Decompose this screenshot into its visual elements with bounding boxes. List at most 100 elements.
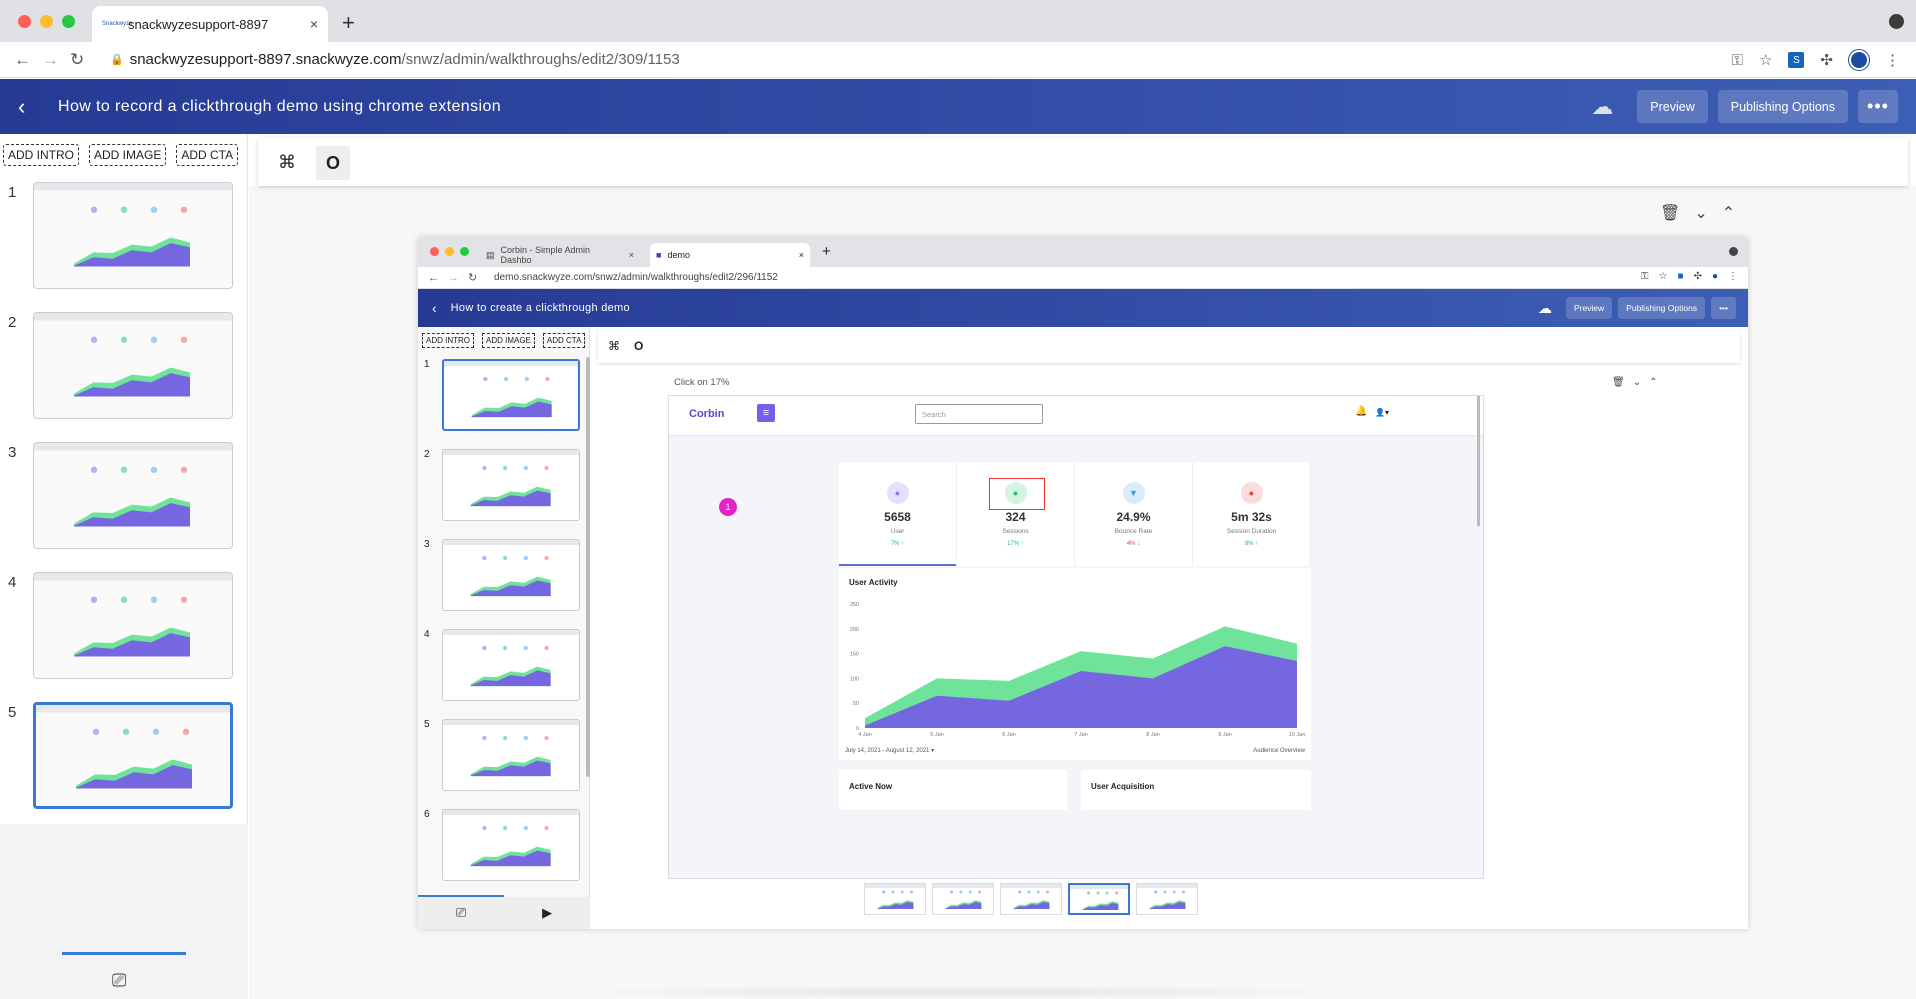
browser-tab-bar: Snackwyze snackwyzesupport-8897 × + [0, 0, 1916, 42]
slide-preview[interactable] [33, 572, 233, 679]
users-icon: ● [886, 482, 909, 504]
stat-card: ● 5658 User 7% ↑ [839, 462, 957, 566]
slides-panel: ADD INTRO ADD IMAGE ADD CTA ⎚ 1 2 3 4 5 [0, 134, 248, 999]
embedded-tab-demo: ■ demo × [650, 243, 810, 267]
back-arrow-icon[interactable]: ← [14, 50, 31, 70]
slide-number: 2 [8, 314, 17, 331]
embedded-slides-panel: ADD INTRO ADD IMAGE ADD CTA ⎚ ▶ 1 2 3 4 5 6 [418, 327, 590, 929]
more-options-button[interactable]: ••• [1858, 90, 1898, 123]
slide-screenshot[interactable]: ▤ Corbin - Simple Admin Dashbo × ■ demo × + … [418, 237, 1748, 929]
browser-tab[interactable]: Snackwyze snackwyzesupport-8897 × [92, 6, 328, 42]
user-activity-chart: 0501001502002504 Jan 5 Jan 6 Jan 7 Jan 8 Jan… [850, 602, 1305, 738]
slide-number: 1 [8, 184, 17, 201]
slide-preview[interactable] [33, 182, 233, 289]
embedded-url: demo.snackwyze.com/snwz/admin/walkthroug… [494, 272, 778, 283]
date-range: July 14, 2021 - August 12, 2021 ▾ [845, 748, 935, 754]
corbin-logo: Corbin [689, 408, 725, 420]
add-intro-button[interactable]: ADD INTRO [3, 144, 79, 166]
hotspot-selection-box[interactable] [989, 478, 1045, 510]
embedded-address-bar: ← → ↻ demo.snackwyze.com/snwz/admin/walkth… [418, 267, 1748, 289]
add-image-button[interactable]: ADD IMAGE [89, 144, 167, 166]
url-field[interactable]: 🔒 snackwyzesupport-8897.snackwyze.com/sn… [110, 51, 680, 68]
embedded-thumbnail-strip [864, 883, 1198, 915]
move-up-icon[interactable]: ⌃ [1722, 203, 1735, 223]
forward-arrow-icon[interactable]: → [42, 50, 59, 70]
active-now-card: Active Now [839, 770, 1067, 810]
x-tick-label: 5 Jan [930, 732, 943, 738]
x-tick-label: 9 Jan [1218, 732, 1231, 738]
y-tick-label: 150 [850, 652, 859, 658]
editor-toolbar: ⌘ O [258, 138, 1908, 186]
embedded-tab-bar: ▤ Corbin - Simple Admin Dashbo × ■ demo × + [418, 237, 1748, 267]
hotspot-marker[interactable]: 1 [719, 498, 737, 516]
presentation-icon[interactable]: ⎚ [112, 970, 126, 991]
slide-preview [442, 449, 580, 521]
slide-number: 5 [8, 704, 17, 721]
minimize-window-button[interactable] [40, 15, 53, 28]
dashboard-search-input: Search [915, 404, 1043, 424]
x-tick-label: 4 Jan [858, 732, 871, 738]
publishing-options-button[interactable]: Publishing Options [1717, 90, 1848, 123]
slide-preview [442, 719, 580, 791]
slide-number: 3 [424, 539, 430, 550]
embedded-add-cta: ADD CTA [542, 333, 586, 348]
delete-slide-icon[interactable]: 🗑 [1660, 203, 1680, 223]
embedded-add-image: ADD IMAGE [482, 333, 535, 348]
slide-preview[interactable] [33, 702, 233, 809]
slide-preview [442, 359, 580, 431]
embedded-add-intro: ADD INTRO [422, 333, 474, 348]
hotspot-tool-icon[interactable]: ⌘ [278, 152, 296, 173]
circle-tool-icon[interactable]: O [316, 146, 350, 180]
y-tick-label: 100 [850, 676, 859, 682]
new-tab-button[interactable]: + [342, 10, 355, 36]
slide-preview [442, 629, 580, 701]
stat-card: ● 5m 32s Session Duration 8% ↑ [1193, 462, 1311, 566]
y-tick-label: 50 [853, 701, 859, 707]
bell-icon: 🔔 [1355, 406, 1368, 417]
extension-s-icon[interactable]: S [1788, 52, 1805, 68]
strip-thumb [932, 883, 994, 915]
window-controls [18, 15, 75, 28]
profile-avatar[interactable] [1849, 50, 1869, 70]
x-tick-label: 8 Jan [1146, 732, 1159, 738]
star-icon[interactable]: ☆ [1759, 51, 1772, 69]
cloud-saved-icon: ☁ [1591, 93, 1614, 119]
url-host: snackwyzesupport-8897.snackwyze.com [129, 51, 402, 68]
slide-preview[interactable] [33, 442, 233, 549]
tab-search-icon[interactable] [1889, 14, 1904, 29]
strip-thumb [1136, 883, 1198, 915]
step-caption: Click on 17% [674, 377, 730, 388]
strip-thumb [864, 883, 926, 915]
user-icon: 👤▾ [1375, 408, 1389, 417]
address-bar: ← → ↻ 🔒 snackwyzesupport-8897.snackwyze.… [0, 42, 1916, 78]
slide-preview[interactable] [33, 312, 233, 419]
key-icon[interactable]: ⚿ [1732, 52, 1743, 69]
reload-icon[interactable]: ↻ [70, 50, 84, 70]
preview-button[interactable]: Preview [1637, 90, 1708, 123]
y-tick-label: 200 [850, 627, 859, 633]
maximize-window-button[interactable] [62, 15, 75, 28]
puzzle-icon[interactable]: ✣ [1820, 51, 1833, 69]
user-activity-card: User Activity 0 50 100 150 200 250 4 Jan 5 Jan 6… [839, 568, 1311, 760]
close-window-button[interactable] [18, 15, 31, 28]
duration-icon: ● [1240, 482, 1263, 504]
embedded-new-tab-icon: + [822, 243, 831, 260]
kebab-menu-icon[interactable]: ⋮ [1885, 51, 1900, 69]
close-tab-icon[interactable]: × [310, 16, 318, 32]
dashboard-screenshot: Corbin ≡ Search 🔔 👤▾ 1 ● 5658 User 7% ↑ … [668, 395, 1484, 879]
tab-title: snackwyzesupport-8897 [128, 16, 269, 32]
add-cta-button[interactable]: ADD CTA [176, 144, 239, 166]
embedded-present-icon: ⎚ [455, 905, 467, 920]
move-down-icon[interactable]: ⌄ [1694, 203, 1707, 223]
embedded-app-header: ‹ How to create a clickthrough demo ☁ Pr… [418, 289, 1748, 327]
back-icon[interactable]: ‹ [18, 94, 48, 120]
bounce-icon: ▼ [1122, 482, 1145, 504]
favicon-icon: Snackwyze [102, 21, 133, 27]
strip-thumb [1000, 883, 1062, 915]
page-title: How to record a clickthrough demo using … [58, 97, 502, 115]
user-acquisition-card: User Acquisition [1081, 770, 1311, 810]
x-tick-label: 7 Jan [1074, 732, 1087, 738]
active-tab-indicator [62, 952, 186, 955]
audience-overview-link: Audience Overview [1253, 748, 1305, 754]
slide-number: 6 [424, 809, 430, 820]
